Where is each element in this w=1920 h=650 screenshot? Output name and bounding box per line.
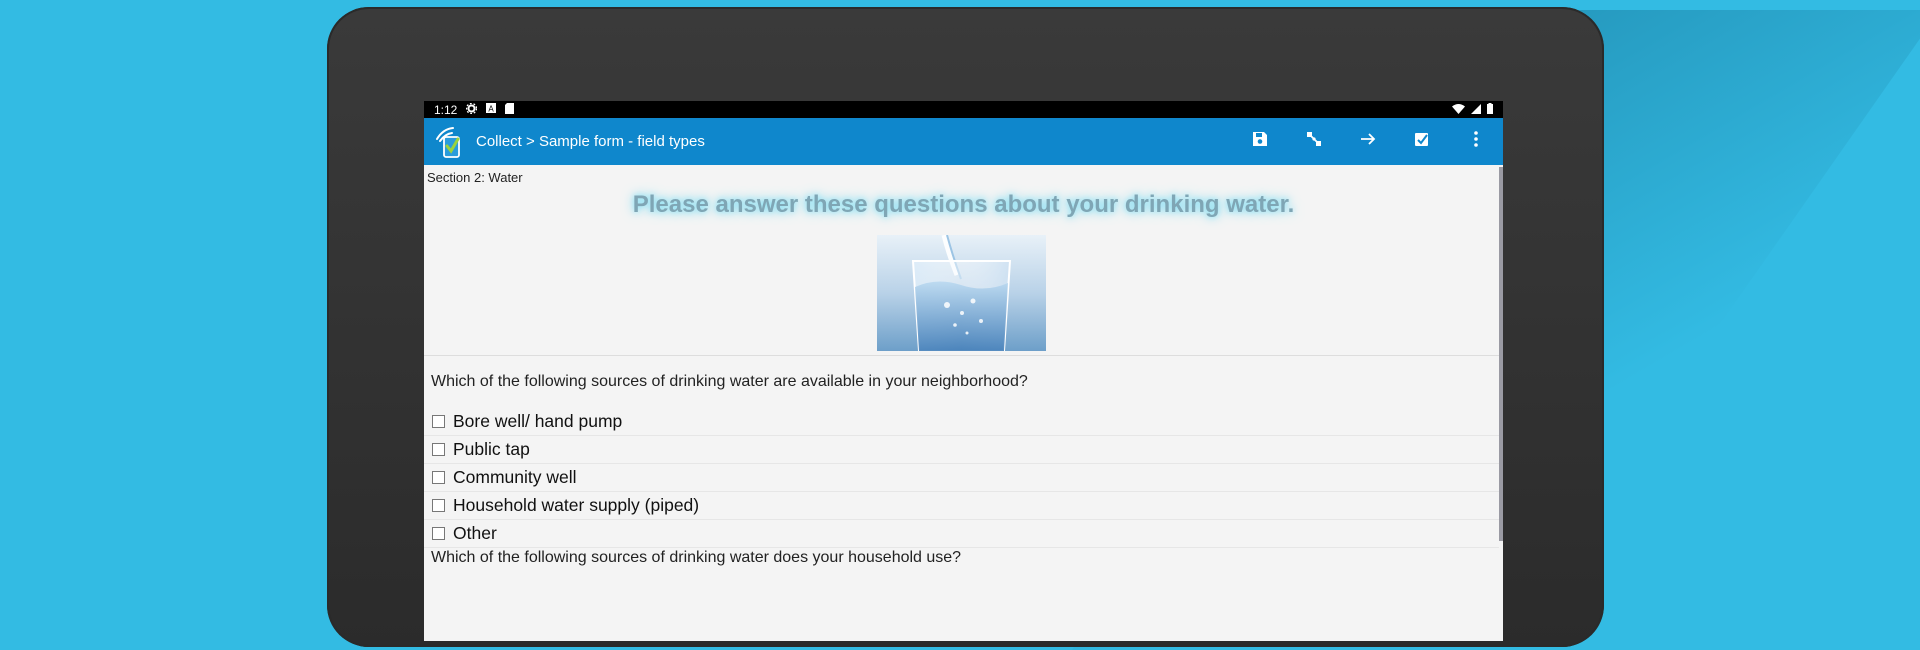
status-bar: 1:12 A: [424, 101, 1503, 118]
save-icon: [1252, 131, 1268, 152]
hierarchy-icon: [1306, 131, 1322, 152]
section-divider: [424, 355, 1499, 356]
option-label: Bore well/ hand pump: [453, 411, 623, 431]
water-glass-image: [877, 235, 1046, 351]
checkbox[interactable]: [432, 527, 445, 540]
form-heading: Please answer these questions about your…: [632, 191, 1295, 218]
finalize-button[interactable]: [1395, 118, 1449, 165]
more-vert-icon: [1474, 131, 1478, 152]
device-screen: 1:12 A Collect > Sample form - field typ…: [424, 101, 1503, 641]
checklist-icon: [1414, 131, 1430, 152]
hierarchy-button[interactable]: [1287, 118, 1341, 165]
section-label: Section 2: Water: [427, 170, 523, 185]
option-label: Community well: [453, 467, 577, 487]
gear-icon: [466, 102, 478, 117]
question-sources-used: Which of the following sources of drinki…: [431, 549, 962, 566]
collect-logo-icon: [434, 125, 468, 159]
checkbox[interactable]: [432, 471, 445, 484]
form-content: Section 2: Water Please answer these que…: [424, 165, 1503, 641]
status-time: 1:12: [434, 102, 458, 117]
sd-card-icon: [505, 102, 515, 117]
arrow-right-icon: [1360, 132, 1376, 151]
checkbox[interactable]: [432, 443, 445, 456]
save-button[interactable]: [1233, 118, 1287, 165]
go-to-next-button[interactable]: [1341, 118, 1395, 165]
option-household-water-supply[interactable]: Household water supply (piped): [424, 492, 1499, 520]
option-label: Household water supply (piped): [453, 495, 700, 515]
app-bar: Collect > Sample form - field types: [424, 118, 1503, 165]
app-title: Collect > Sample form - field types: [476, 133, 705, 150]
options-list: Bore well/ hand pump Public tap Communit…: [424, 408, 1499, 548]
more-options-button[interactable]: [1449, 118, 1503, 165]
wifi-icon: [1452, 103, 1465, 117]
option-public-tap[interactable]: Public tap: [424, 436, 1499, 464]
svg-text:A: A: [489, 105, 495, 114]
scrollbar[interactable]: [1499, 167, 1503, 541]
battery-icon: [1487, 102, 1493, 117]
option-label: Public tap: [453, 439, 530, 459]
checkbox[interactable]: [432, 499, 445, 512]
option-community-well[interactable]: Community well: [424, 464, 1499, 492]
question-sources-available: Which of the following sources of drinki…: [431, 373, 1028, 390]
signal-icon: [1471, 103, 1481, 117]
option-other[interactable]: Other: [424, 520, 1499, 548]
checkbox[interactable]: [432, 415, 445, 428]
option-label: Other: [453, 523, 497, 543]
a-box-icon: A: [486, 103, 497, 116]
option-bore-well[interactable]: Bore well/ hand pump: [424, 408, 1499, 436]
